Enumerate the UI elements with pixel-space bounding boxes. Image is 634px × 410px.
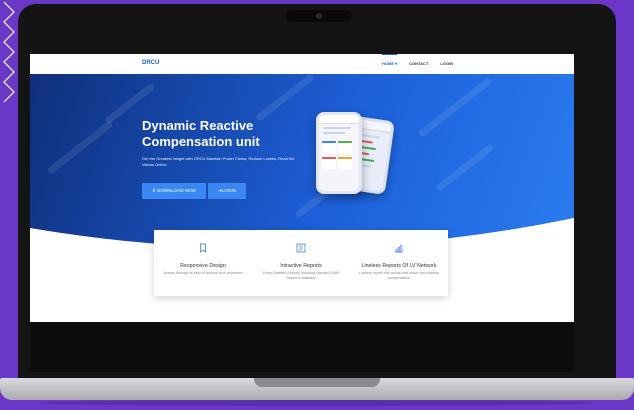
feature-title: Lineless Reports Of LV Network xyxy=(361,263,437,269)
decorative-streak xyxy=(417,77,493,138)
features-card: Responsive Design Access through all kin… xyxy=(154,230,448,296)
feature-title: Intractive Reports xyxy=(280,263,322,269)
feature-interactive-reports: Intractive Reports Every Detailed Report… xyxy=(252,240,350,281)
decorative-streak xyxy=(255,74,315,122)
hero-subtitle: Get the Greatest Insight with DRCU Maint… xyxy=(142,156,295,167)
bookmark-icon xyxy=(200,243,206,253)
feature-title: Responsive Design xyxy=(180,263,226,269)
download-now-button[interactable]: ⬇ DOWNLOAD NOW xyxy=(142,183,206,199)
decorative-streak xyxy=(46,120,114,175)
hero-login-button[interactable]: ➜LOGIN xyxy=(208,183,246,199)
feature-lineless-reports: Lineless Reports Of LV Network Lineless … xyxy=(350,240,448,281)
report-icon xyxy=(296,243,306,253)
screen-bottom-bezel xyxy=(30,322,574,372)
nav-contact-link[interactable]: CONTACT xyxy=(409,61,428,66)
camera-icon xyxy=(316,13,322,19)
nav-home-link[interactable]: HOME ▾ xyxy=(382,54,398,66)
laptop-notch xyxy=(254,378,380,387)
feature-description: Every Detailed Reports including Injecte… xyxy=(262,271,340,280)
laptop-frame: DRCU HOME ▾ CONTACT LOGIN Dynamic Reacti… xyxy=(18,4,616,392)
browser-screen: DRCU HOME ▾ CONTACT LOGIN Dynamic Reacti… xyxy=(30,54,574,322)
navbar: DRCU HOME ▾ CONTACT LOGIN xyxy=(30,54,574,75)
decorative-streak xyxy=(435,143,495,192)
nav-login-link[interactable]: LOGIN xyxy=(440,61,453,66)
bar-chart-icon xyxy=(395,244,403,253)
nav-links: HOME ▾ CONTACT LOGIN xyxy=(382,54,453,66)
hero-title: Dynamic Reactive Compensation unit xyxy=(142,118,260,149)
feature-description: Lineless report with actual load,active … xyxy=(358,271,440,280)
laptop-shadow xyxy=(40,400,594,406)
feature-description: Access through all kind of devices from … xyxy=(163,271,243,275)
camera-bar xyxy=(286,10,352,22)
site-logo[interactable]: DRCU xyxy=(142,60,159,66)
phone-mockup-front xyxy=(316,112,362,194)
feature-responsive-design: Responsive Design Access through all kin… xyxy=(154,240,252,276)
